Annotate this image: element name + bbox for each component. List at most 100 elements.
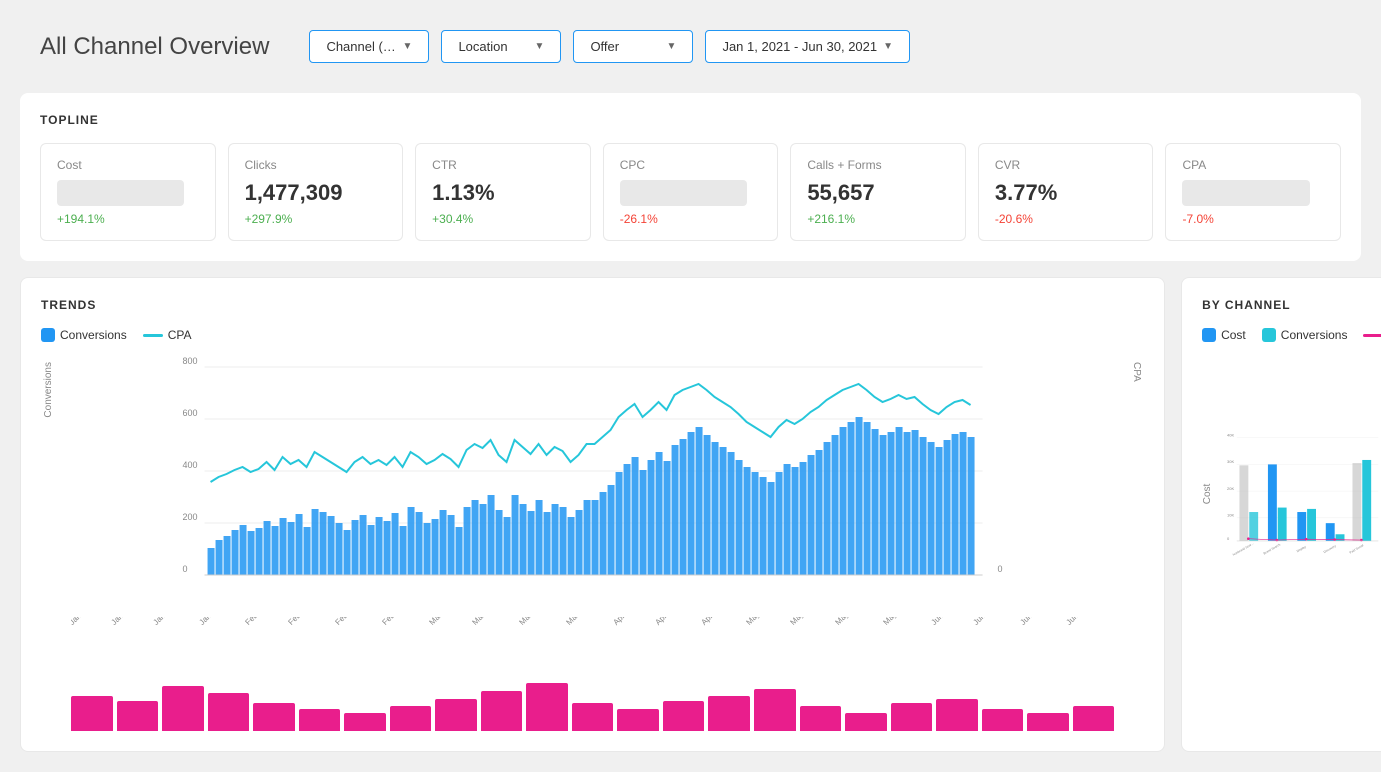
mini-bar (71, 696, 113, 731)
metric-clicks: Clicks 1,477,309 +297.9% (228, 143, 404, 241)
x-axis-labels: Jan 1, 2021 Jan 9, 2021 Jan 17, 2021 Jan… (71, 617, 1114, 672)
svg-text:400: 400 (183, 460, 198, 470)
conversions-legend-label: Conversions (60, 328, 127, 342)
metric-cost: Cost +194.1% (40, 143, 216, 241)
metric-cvr: CVR 3.77% -20.6% (978, 143, 1154, 241)
y-axis-left-label: Conversions (43, 362, 54, 418)
topline-title: TOPLINE (40, 113, 1341, 127)
channel-chart-wrapper: Cost Conversions / CPA 40K 30K 20K 10K 0… (1202, 352, 1381, 635)
mini-bar (390, 706, 432, 731)
cvr-value: 3.77% (995, 180, 1137, 206)
header: All Channel Overview Channel (… ▼ Locati… (20, 20, 1361, 73)
metric-cpa: CPA -7.0% (1165, 143, 1341, 241)
trends-title: TRENDS (41, 298, 1144, 312)
cost-legend-label: Cost (1221, 328, 1246, 342)
calls-forms-value: 55,657 (807, 180, 949, 206)
mini-bar (936, 699, 978, 731)
legend-cpa: CPA (143, 328, 192, 342)
ctr-change: +30.4% (432, 212, 574, 226)
ctr-value: 1.13% (432, 180, 574, 206)
mini-bar (117, 701, 159, 731)
mini-bar (754, 689, 796, 731)
mini-bar (253, 703, 295, 731)
svg-text:600: 600 (183, 408, 198, 418)
topline-grid: Cost +194.1% Clicks 1,477,309 +297.9% CT… (40, 143, 1341, 241)
location-filter-label: Location (458, 39, 507, 54)
legend-cost: Cost (1202, 328, 1246, 342)
trends-chart-wrapper: Conversions CPA 800 600 400 200 0 0 (41, 352, 1144, 731)
offer-filter[interactable]: Offer ▼ (573, 30, 693, 63)
svg-text:800: 800 (183, 356, 198, 366)
clicks-value: 1,477,309 (245, 180, 387, 206)
mini-bars-container (71, 676, 1114, 731)
mini-bar (1027, 713, 1069, 731)
svg-text:10K: 10K (1227, 512, 1234, 517)
svg-text:200: 200 (183, 512, 198, 522)
legend-conversions-ch: Conversions (1262, 328, 1348, 342)
cpc-change: -26.1% (620, 212, 762, 226)
cvr-change: -20.6% (995, 212, 1137, 226)
mini-bar (572, 703, 614, 731)
cvr-label: CVR (995, 158, 1137, 172)
cpa-ch-legend-icon (1363, 334, 1381, 337)
mini-bar (162, 686, 204, 731)
clicks-label: Clicks (245, 158, 387, 172)
mini-bar (845, 713, 887, 731)
mini-bar (208, 693, 250, 731)
svg-text:Brand Search: Brand Search (1263, 542, 1282, 555)
page-title: All Channel Overview (40, 33, 269, 61)
filters-container: Channel (… ▼ Location ▼ Offer ▼ Jan 1, 2… (309, 30, 910, 63)
location-filter[interactable]: Location ▼ (441, 30, 561, 63)
mini-bar (481, 691, 523, 731)
svg-text:0: 0 (1227, 536, 1230, 541)
bottom-section: TRENDS Conversions CPA Conversions CPA 8… (20, 277, 1361, 752)
cpa-value-blurred (1182, 180, 1309, 206)
cpc-label: CPC (620, 158, 762, 172)
channel-title: BY CHANNEL (1202, 298, 1381, 312)
main-container: All Channel Overview Channel (… ▼ Locati… (0, 0, 1381, 772)
mini-bar (435, 699, 477, 731)
date-range-filter[interactable]: Jan 1, 2021 - Jun 30, 2021 ▼ (705, 30, 910, 63)
metric-ctr: CTR 1.13% +30.4% (415, 143, 591, 241)
mini-bar (663, 701, 705, 731)
mini-bar (982, 709, 1024, 731)
offer-filter-label: Offer (590, 39, 619, 54)
ctr-label: CTR (432, 158, 574, 172)
metric-cpc: CPC -26.1% (603, 143, 779, 241)
legend-conversions: Conversions (41, 328, 127, 342)
chevron-down-icon: ▼ (667, 41, 677, 52)
cpc-value-blurred (620, 180, 747, 206)
cpa-legend-label: CPA (168, 328, 192, 342)
svg-text:0: 0 (998, 564, 1003, 574)
mini-bar (800, 706, 842, 731)
y-axis-right-label: CPA (1131, 362, 1142, 382)
mini-bar (891, 703, 933, 731)
cpa-label: CPA (1182, 158, 1324, 172)
conversions-ch-legend-label: Conversions (1281, 328, 1348, 342)
metric-calls-forms: Calls + Forms 55,657 +216.1% (790, 143, 966, 241)
cost-label: Cost (57, 158, 199, 172)
mini-bar (708, 696, 750, 731)
channel-chart-svg: 40K 30K 20K 10K 0 0 (1227, 352, 1381, 632)
conversions-legend-icon (41, 328, 55, 342)
clicks-change: +297.9% (245, 212, 387, 226)
trends-chart-svg: 800 600 400 200 0 0 (71, 352, 1114, 612)
chevron-down-icon: ▼ (403, 41, 413, 52)
cost-legend-icon (1202, 328, 1216, 342)
svg-text:Discovery: Discovery (1323, 544, 1337, 555)
topline-section: TOPLINE Cost +194.1% Clicks 1,477,309 +2… (20, 93, 1361, 261)
svg-text:40K: 40K (1227, 432, 1234, 437)
conversions-ch-legend-icon (1262, 328, 1276, 342)
legend-cpa-ch: CPA (1363, 328, 1381, 342)
mini-bar (299, 709, 341, 731)
svg-text:Display: Display (1296, 544, 1307, 553)
calls-forms-change: +216.1% (807, 212, 949, 226)
date-range-label: Jan 1, 2021 - Jun 30, 2021 (722, 39, 877, 54)
channel-legend: Cost Conversions CPA (1202, 328, 1381, 342)
channel-filter-label: Channel (… (326, 39, 395, 54)
calls-forms-label: Calls + Forms (807, 158, 949, 172)
cpa-change: -7.0% (1182, 212, 1324, 226)
mini-bar (526, 683, 568, 731)
chevron-down-icon: ▼ (535, 41, 545, 52)
channel-filter[interactable]: Channel (… ▼ (309, 30, 429, 63)
